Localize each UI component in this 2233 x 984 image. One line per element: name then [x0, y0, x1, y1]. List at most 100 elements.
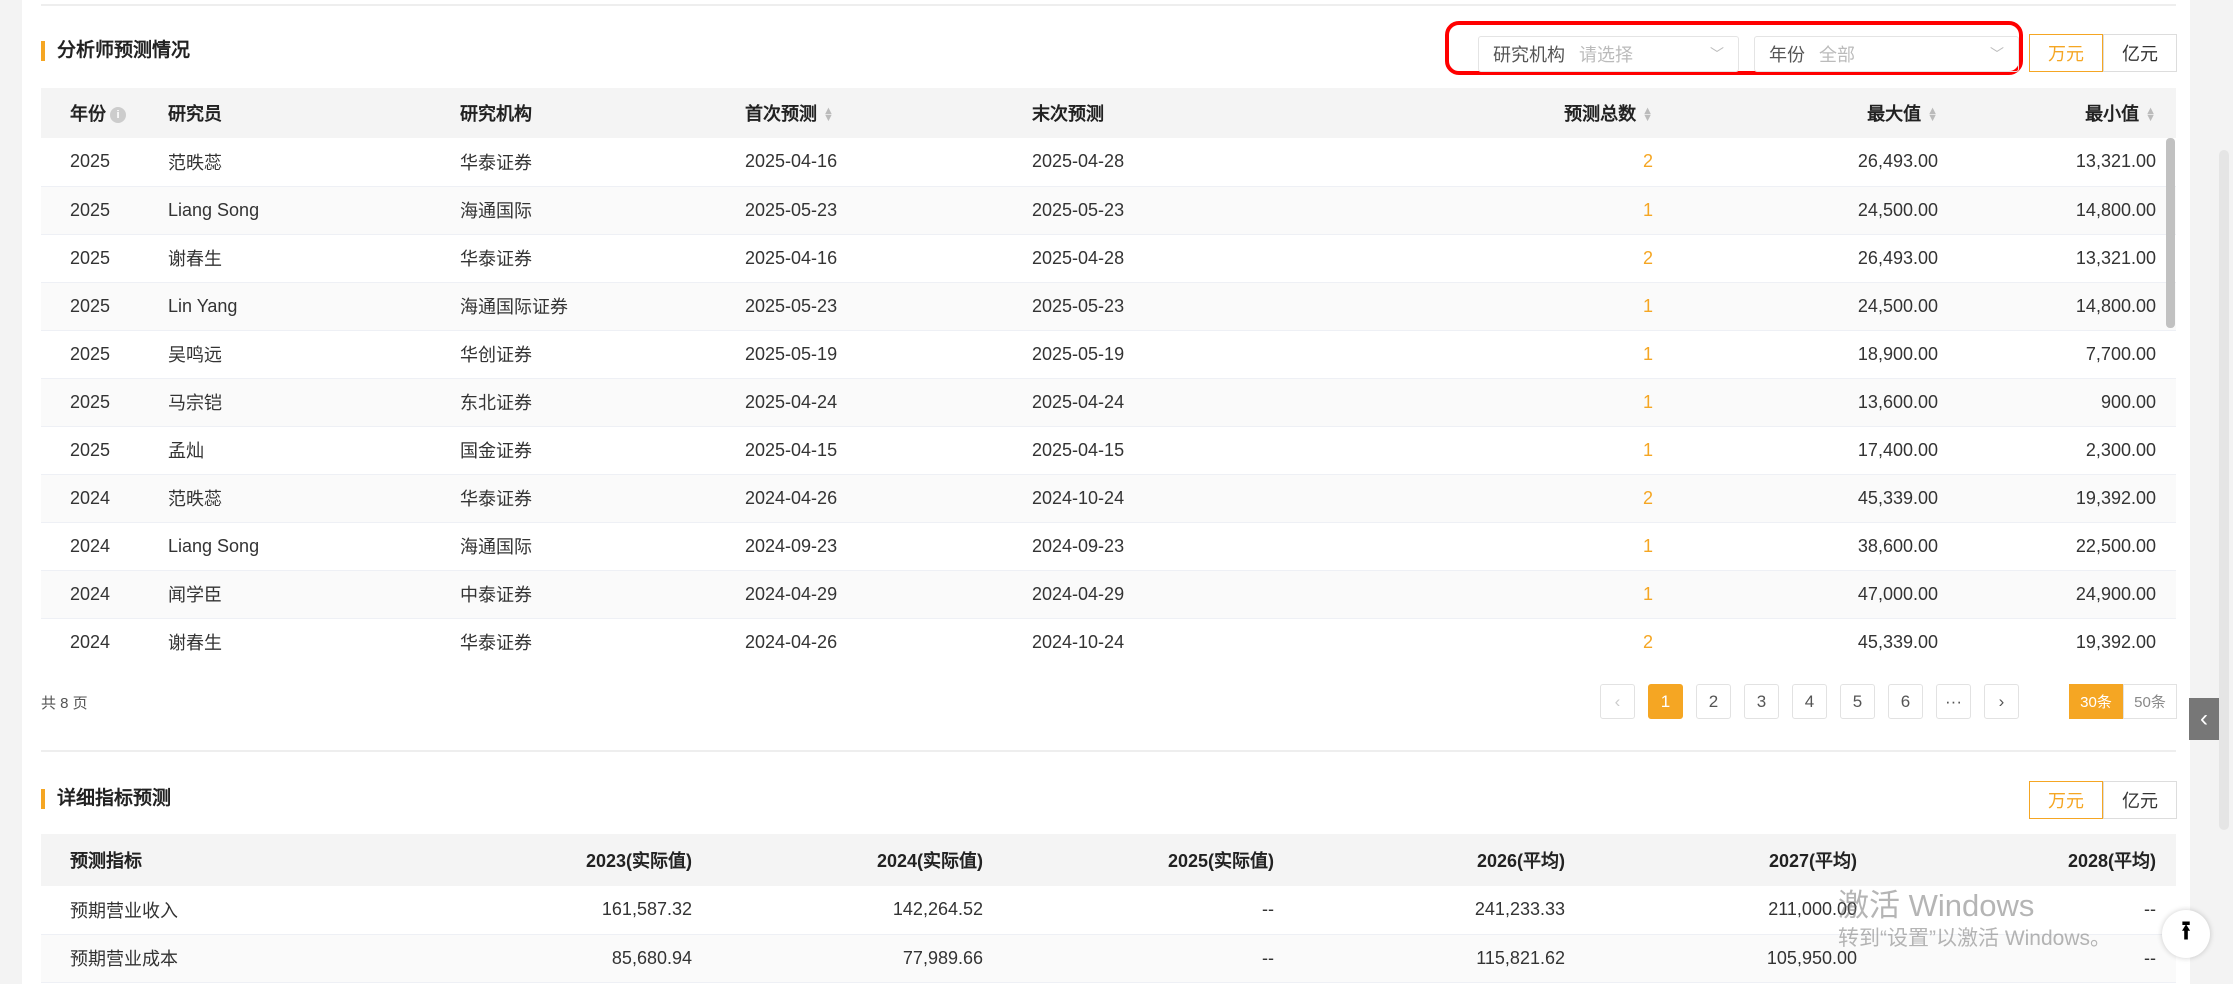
col-forecast-count[interactable]: 预测总数 ▲ ▼: [1423, 88, 1673, 138]
sort-icon[interactable]: ▲ ▼: [823, 106, 834, 124]
year-select[interactable]: 年份 全部 ﹀: [1754, 36, 2019, 72]
table-scrollbar[interactable]: [2166, 138, 2175, 328]
institution-select[interactable]: 研究机构 请选择 ﹀: [1478, 36, 1739, 72]
unit-yi-button[interactable]: 亿元: [2103, 34, 2177, 72]
back-to-top-icon[interactable]: ⭱: [2162, 910, 2210, 958]
cell-forecast-count[interactable]: 1: [1423, 330, 1673, 379]
cell-min: 19,392.00: [1958, 618, 2176, 662]
cell-forecast-count[interactable]: 2: [1423, 234, 1673, 283]
more-pages[interactable]: ···: [1936, 684, 1971, 719]
windows-watermark-sub: 转到“设置”以激活 Windows。: [1838, 927, 2112, 950]
sort-icon[interactable]: ▲ ▼: [1642, 106, 1653, 124]
page-2[interactable]: 2: [1696, 684, 1731, 719]
cell-forecast-count[interactable]: 1: [1423, 522, 1673, 571]
unit-wan-button[interactable]: 万元: [2029, 781, 2103, 819]
cell-researcher: 吴鸣远: [139, 330, 431, 379]
chevron-down-icon: ﹀: [1710, 46, 1724, 62]
col-2026: 2026(平均): [1294, 834, 1585, 886]
table-row[interactable]: 2025 Lin Yang 海通国际证券 2025-05-23 2025-05-23 1 2…: [41, 282, 2176, 331]
cell-last-forecast: 2025-05-19: [1003, 330, 1423, 379]
cell-first-forecast: 2025-05-23: [716, 186, 1003, 235]
cell-indicator: 预期营业成本: [41, 934, 421, 983]
cell-year: 2025: [41, 138, 139, 187]
table-row[interactable]: 2025 Liang Song 海通国际 2025-05-23 2025-05-23 1 2…: [41, 186, 2176, 235]
table-row[interactable]: 2024 范昳蕊 华泰证券 2024-04-26 2024-10-24 2 45,339.0…: [41, 474, 2176, 523]
cell-researcher: 谢春生: [139, 234, 431, 283]
unit-wan-button[interactable]: 万元: [2029, 34, 2103, 72]
table-header: 预测指标 2023(实际值) 2024(实际值) 2025(实际值) 2026(…: [41, 834, 2176, 886]
cell-institution: 华泰证券: [431, 474, 716, 523]
sort-icon[interactable]: ▲ ▼: [2145, 106, 2156, 124]
chevron-down-icon: ﹀: [1990, 46, 2004, 62]
cell-max: 45,339.00: [1673, 474, 1958, 523]
col-2024: 2024(实际值): [712, 834, 1003, 886]
page-size-toggle: 30条 50条: [2069, 684, 2177, 719]
cell-forecast-count[interactable]: 2: [1423, 138, 1673, 187]
col-indicator: 预测指标: [41, 834, 421, 886]
col-2028: 2028(平均): [1877, 834, 2176, 886]
cell-last-forecast: 2025-05-23: [1003, 186, 1423, 235]
cell-max: 13,600.00: [1673, 378, 1958, 427]
cell-year: 2024: [41, 474, 139, 523]
page-1[interactable]: 1: [1648, 684, 1683, 719]
cell-forecast-count[interactable]: 2: [1423, 618, 1673, 662]
cell-first-forecast: 2025-04-15: [716, 426, 1003, 475]
table-row[interactable]: 2025 吴鸣远 华创证券 2025-05-19 2025-05-19 1 18,900.0…: [41, 330, 2176, 379]
page-size-50[interactable]: 50条: [2123, 684, 2177, 719]
cell-max: 24,500.00: [1673, 186, 1958, 235]
page-scrollbar[interactable]: [2219, 150, 2229, 830]
sort-icon[interactable]: ▲ ▼: [1927, 106, 1938, 124]
cell-researcher: 范昳蕊: [139, 474, 431, 523]
unit-yi-button[interactable]: 亿元: [2103, 781, 2177, 819]
cell-first-forecast: 2024-04-26: [716, 618, 1003, 662]
cell-researcher: Liang Song: [139, 522, 431, 571]
cell-last-forecast: 2025-04-24: [1003, 378, 1423, 427]
cell-researcher: Liang Song: [139, 186, 431, 235]
table-row[interactable]: 2025 孟灿 国金证券 2025-04-15 2025-04-15 1 17,400.00…: [41, 426, 2176, 475]
cell-value: 105,950.00: [1585, 934, 1877, 983]
collapse-panel-icon[interactable]: ‹: [2189, 698, 2219, 740]
cell-institution: 海通国际: [431, 186, 716, 235]
cell-value: 142,264.52: [712, 886, 1003, 935]
cell-first-forecast: 2025-04-16: [716, 138, 1003, 187]
pagination: ‹ 1 2 3 4 5 6 ··· ›: [1600, 684, 2019, 719]
cell-forecast-count[interactable]: 1: [1423, 282, 1673, 331]
cell-min: 13,321.00: [1958, 138, 2176, 187]
page-6[interactable]: 6: [1888, 684, 1923, 719]
table-row[interactable]: 2024 Liang Song 海通国际 2024-09-23 2024-09-23 1 3…: [41, 522, 2176, 571]
cell-researcher: 闻学臣: [139, 570, 431, 619]
table-row[interactable]: 2025 马宗铠 东北证券 2025-04-24 2025-04-24 1 13,600.0…: [41, 378, 2176, 427]
cell-forecast-count[interactable]: 1: [1423, 186, 1673, 235]
col-first-forecast[interactable]: 首次预测 ▲ ▼: [716, 88, 1003, 138]
cell-forecast-count[interactable]: 1: [1423, 570, 1673, 619]
next-page-button[interactable]: ›: [1984, 684, 2019, 719]
prev-page-button[interactable]: ‹: [1600, 684, 1635, 719]
table-row[interactable]: 2024 闻学臣 中泰证券 2024-04-29 2024-04-29 1 47,000.0…: [41, 570, 2176, 619]
table-row[interactable]: 2024 谢春生 华泰证券 2024-04-26 2024-10-24 2 45,339.0…: [41, 618, 2176, 662]
page-5[interactable]: 5: [1840, 684, 1875, 719]
cell-min: 2,300.00: [1958, 426, 2176, 475]
institution-placeholder: 请选择: [1579, 45, 1633, 65]
page-size-30[interactable]: 30条: [2069, 684, 2123, 719]
col-max[interactable]: 最大值 ▲ ▼: [1673, 88, 1958, 138]
page-3[interactable]: 3: [1744, 684, 1779, 719]
col-min[interactable]: 最小值 ▲ ▼: [1958, 88, 2176, 138]
cell-last-forecast: 2024-10-24: [1003, 474, 1423, 523]
cell-min: 14,800.00: [1958, 282, 2176, 331]
divider: [41, 750, 2176, 752]
col-year[interactable]: 年份 i: [41, 88, 139, 138]
unit-toggle: 万元 亿元: [2029, 34, 2177, 72]
cell-forecast-count[interactable]: 1: [1423, 426, 1673, 475]
info-icon[interactable]: i: [110, 107, 126, 124]
cell-forecast-count[interactable]: 1: [1423, 378, 1673, 427]
cell-max: 38,600.00: [1673, 522, 1958, 571]
cell-forecast-count[interactable]: 2: [1423, 474, 1673, 523]
cell-value: 161,587.32: [421, 886, 712, 935]
table-row[interactable]: 2025 范昳蕊 华泰证券 2025-04-16 2025-04-28 2 26,493.0…: [41, 138, 2176, 187]
page-4[interactable]: 4: [1792, 684, 1827, 719]
table-row[interactable]: 2025 谢春生 华泰证券 2025-04-16 2025-04-28 2 26,493.0…: [41, 234, 2176, 283]
cell-first-forecast: 2025-05-19: [716, 330, 1003, 379]
cell-institution: 东北证券: [431, 378, 716, 427]
cell-year: 2025: [41, 282, 139, 331]
cell-institution: 华创证券: [431, 330, 716, 379]
